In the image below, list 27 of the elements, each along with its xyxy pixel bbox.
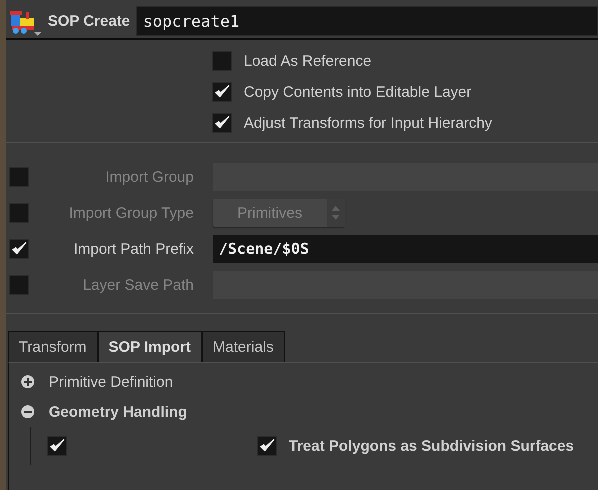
parameter-label: Import Group [104, 168, 195, 186]
text-field[interactable]: /Scene/$0S [213, 235, 598, 263]
parameter-label: Layer Save Path [82, 276, 195, 294]
tab[interactable]: SOP Import [98, 331, 202, 362]
tab[interactable]: Materials [202, 331, 285, 362]
checkbox[interactable] [9, 275, 29, 295]
toggle-label: Adjust Transforms for Input Hierarchy [244, 114, 492, 132]
toggle-label: Copy Contents into Editable Layer [244, 84, 472, 100]
toggle-label: Load As Reference [244, 52, 372, 70]
checkbox[interactable] [212, 113, 232, 133]
node-type-label: SOP Create [48, 12, 130, 30]
checkbox[interactable] [9, 167, 29, 187]
expand-icon[interactable] [21, 375, 35, 389]
checkbox[interactable] [9, 203, 29, 223]
node-name-field[interactable]: sopcreate1 [136, 6, 598, 36]
folder-heading[interactable]: Primitive Definition [49, 374, 174, 390]
checkbox[interactable] [9, 239, 29, 259]
tab[interactable]: Transform [8, 331, 98, 362]
folder-heading[interactable]: Geometry Handling [49, 404, 188, 420]
checkbox[interactable] [212, 82, 232, 102]
collapse-icon[interactable] [21, 405, 35, 419]
checkbox[interactable] [47, 436, 67, 456]
parameter-label: Import Path Prefix [72, 240, 195, 258]
checkbox[interactable] [257, 436, 277, 456]
toggle-label: Treat Polygons as Subdivision Surfaces [289, 438, 574, 454]
parameter-label: Import Group Type [68, 204, 195, 222]
checkbox[interactable] [212, 51, 232, 71]
